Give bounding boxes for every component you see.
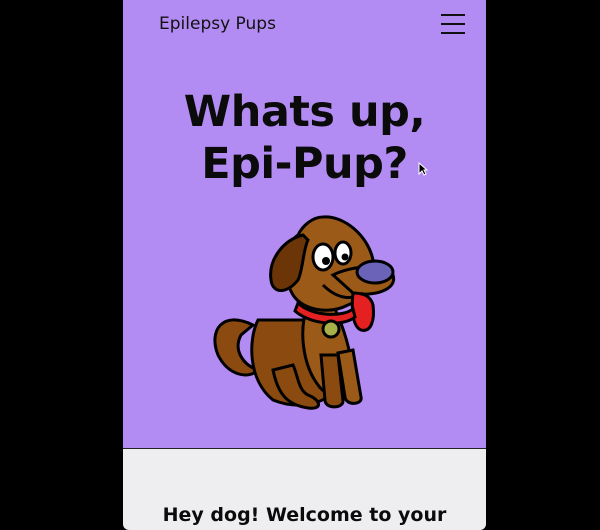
hero-section: Epilepsy Pups Whats up, Epi-Pup?	[123, 0, 486, 448]
welcome-heading: Hey dog! Welcome to your	[162, 504, 447, 526]
hero-title-line-1: Whats up,	[183, 87, 426, 137]
app-frame: Epilepsy Pups Whats up, Epi-Pup? Hey dog…	[123, 0, 486, 530]
hamburger-menu-icon[interactable]	[441, 13, 465, 35]
brand-name[interactable]: Epilepsy Pups	[159, 14, 276, 34]
hero-title: Whats up, Epi-Pup?	[123, 86, 486, 190]
mouse-cursor-icon	[418, 162, 428, 176]
cartoon-dog-icon	[213, 215, 396, 410]
welcome-section: Hey dog! Welcome to your	[123, 449, 486, 530]
hero-title-line-2: Epi-Pup?	[201, 139, 408, 189]
